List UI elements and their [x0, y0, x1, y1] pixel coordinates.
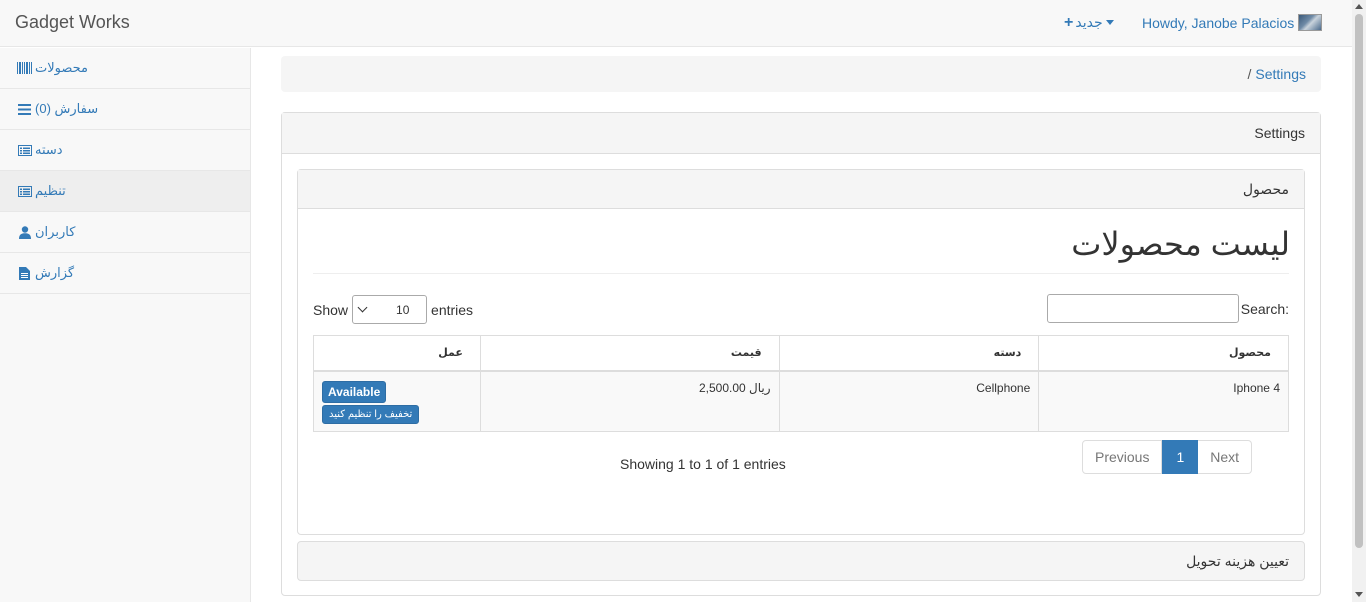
page-length-value: 10: [396, 302, 410, 317]
cell-price: ریال 2,500.00: [479, 370, 780, 432]
column-header-product[interactable]: محصول: [1038, 335, 1289, 372]
plus-icon: +: [1064, 13, 1074, 31]
settings-panel-heading: Settings: [282, 113, 1320, 154]
pagination-next[interactable]: Next: [1198, 440, 1253, 474]
caret-down-icon: [1105, 20, 1114, 25]
sidebar-item-label: کاربران: [35, 224, 76, 239]
sidebar-item-label: تنظیم: [35, 183, 66, 198]
pagination: Previous 1 Next: [1082, 440, 1253, 474]
delivery-cost-panel[interactable]: تعیین هزینه تحویل: [297, 541, 1305, 581]
table-header-row: محصول دسته قیمت عمل: [313, 335, 1289, 372]
avatar: [1298, 14, 1323, 31]
user-icon: [17, 225, 32, 239]
breadcrumb-separator: /: [1247, 66, 1252, 82]
column-header-category[interactable]: دسته: [778, 335, 1040, 372]
sidebar-item-label: دسته: [35, 142, 63, 157]
howdy-text: Howdy, Janobe Palacios: [1142, 14, 1295, 31]
scroll-thumb[interactable]: [1355, 14, 1363, 548]
page-length-control: Show 10 entries: [313, 295, 473, 324]
search-input[interactable]: [1046, 294, 1239, 323]
table-info: Showing 1 to 1 of 1 entries: [620, 456, 786, 472]
table-list-icon: [17, 185, 32, 198]
pagination-page-1[interactable]: 1: [1162, 440, 1199, 474]
table-row: Iphone 4 Cellphone ریال 2,500.00 Availab…: [313, 370, 1289, 432]
divider: [313, 273, 1289, 274]
user-menu[interactable]: Howdy, Janobe Palacios: [1142, 14, 1323, 31]
show-label: Show: [313, 301, 349, 318]
table-list-icon: [17, 144, 32, 157]
cell-category: Cellphone: [778, 370, 1040, 432]
sidebar-item-categories[interactable]: دسته: [0, 130, 250, 171]
search-label: Search:: [1240, 300, 1289, 317]
search-control: Search:: [1046, 294, 1289, 323]
available-button[interactable]: Available: [322, 380, 387, 403]
top-navbar: Gadget Works + جدید Howdy, Janobe Palaci…: [0, 0, 1352, 47]
sidebar-item-settings[interactable]: تنظیم: [0, 171, 250, 212]
sidebar: محصولات سفارش (0) دسته تنظیم کاربران گزا…: [0, 48, 251, 602]
sidebar-item-products[interactable]: محصولات: [0, 48, 250, 89]
page-title: لیست محصولات: [1071, 226, 1290, 262]
new-dropdown[interactable]: + جدید: [1064, 14, 1114, 31]
scroll-down-icon[interactable]: [1355, 592, 1363, 597]
breadcrumb-settings-link[interactable]: Settings: [1255, 66, 1306, 82]
sidebar-item-label: گزارش: [35, 265, 75, 280]
settings-panel: Settings محصول لیست محصولات Show 10 entr…: [281, 112, 1321, 596]
scroll-up-icon[interactable]: [1355, 4, 1363, 9]
breadcrumb: / Settings: [281, 56, 1321, 92]
product-panel-heading: محصول: [298, 170, 1304, 209]
sidebar-item-reports[interactable]: گزارش: [0, 253, 250, 294]
page-length-select[interactable]: 10: [352, 295, 428, 324]
product-panel: محصول لیست محصولات Show 10 entries Searc…: [297, 169, 1305, 535]
chevron-down-icon: [357, 302, 368, 313]
cell-action: Available تخفیف را تنظیم کنید: [313, 370, 481, 432]
entries-label: entries: [431, 301, 474, 318]
list-icon: [17, 103, 32, 116]
sidebar-item-label: سفارش (0): [35, 101, 99, 116]
cell-product: Iphone 4: [1038, 370, 1289, 432]
column-header-price[interactable]: قیمت: [479, 335, 780, 372]
main-content: / Settings Settings محصول لیست محصولات S…: [281, 56, 1321, 596]
set-discount-button[interactable]: تخفیف را تنظیم کنید: [322, 404, 420, 424]
new-label: جدید: [1075, 14, 1103, 30]
file-icon: [17, 266, 32, 280]
sidebar-item-users[interactable]: کاربران: [0, 212, 250, 253]
sidebar-item-label: محصولات: [35, 60, 88, 75]
column-header-action[interactable]: عمل: [313, 335, 481, 372]
page-scrollbar[interactable]: [1352, 0, 1366, 602]
barcode-icon: [17, 62, 32, 75]
sidebar-item-orders[interactable]: سفارش (0): [0, 89, 250, 130]
brand-link[interactable]: Gadget Works: [15, 12, 130, 33]
products-table: محصول دسته قیمت عمل Iphone 4 Cellphone ر…: [313, 335, 1289, 432]
pagination-previous[interactable]: Previous: [1082, 440, 1163, 474]
